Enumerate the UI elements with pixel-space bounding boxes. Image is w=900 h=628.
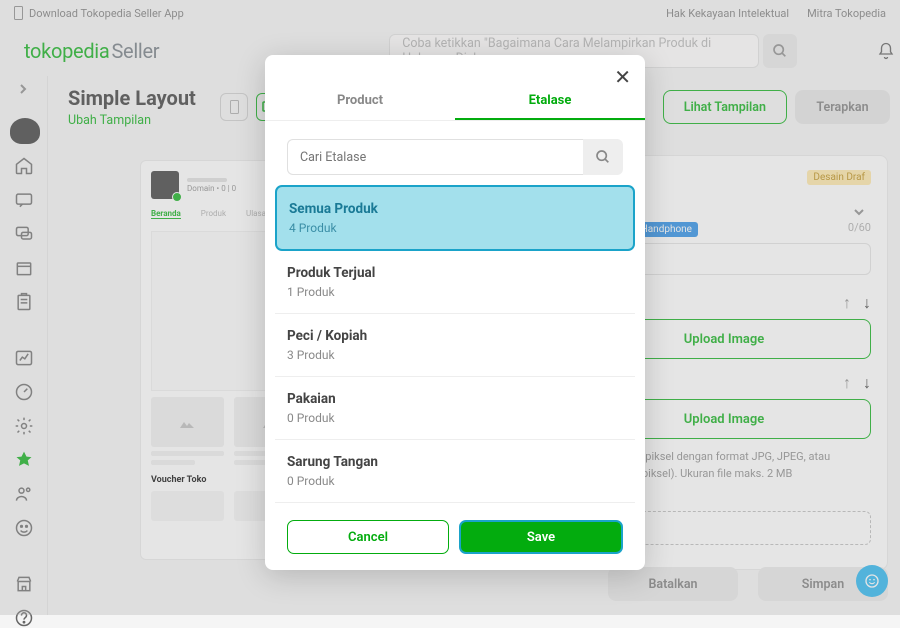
etalase-item[interactable]: Sarung Tangan 0 Produk [275, 440, 635, 503]
etalase-item[interactable]: Produk Terjual 1 Produk [275, 251, 635, 314]
etalase-search-button[interactable] [583, 139, 623, 175]
close-icon[interactable]: ✕ [614, 65, 631, 89]
etalase-search-input[interactable] [287, 139, 583, 175]
etalase-modal: ✕ Product Etalase Semua Produk 4 Produk … [265, 55, 645, 570]
etalase-item[interactable]: Pakaian 0 Produk [275, 377, 635, 440]
etalase-item[interactable]: ··· [275, 503, 635, 508]
etalase-item[interactable]: Peci / Kopiah 3 Produk [275, 314, 635, 377]
modal-cancel-button[interactable]: Cancel [287, 520, 449, 554]
tab-product[interactable]: Product [265, 83, 455, 120]
etalase-list[interactable]: Semua Produk 4 Produk Produk Terjual 1 P… [265, 185, 645, 508]
etalase-item[interactable]: Semua Produk 4 Produk [275, 185, 635, 251]
modal-save-button[interactable]: Save [459, 520, 623, 554]
